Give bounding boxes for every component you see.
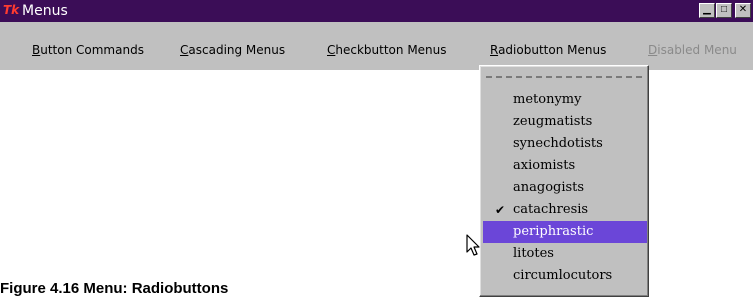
app-window: Tk Menus ▁ □ ✕ Button Commands Cascading…: [0, 0, 753, 70]
menu-option-metonymy[interactable]: metonymy: [483, 89, 647, 111]
figure-caption: Figure 4.16 Menu: Radiobuttons: [0, 280, 229, 297]
close-button[interactable]: ✕: [735, 3, 751, 18]
option-label: metonymy: [513, 92, 582, 107]
maximize-icon: □: [720, 4, 728, 15]
menu-option-litotes[interactable]: litotes: [483, 243, 647, 265]
option-label: axiomists: [513, 158, 576, 173]
window-title: Menus: [22, 3, 68, 19]
menu-option-synechdotists[interactable]: synechdotists: [483, 133, 647, 155]
menu-checkbutton-menus[interactable]: Checkbutton Menus: [327, 43, 447, 57]
menu-option-anagogists[interactable]: anagogists: [483, 177, 647, 199]
checkmark-icon: ✔: [495, 203, 506, 217]
minimize-icon: ▁: [703, 4, 711, 15]
menu-option-axiomists[interactable]: axiomists: [483, 155, 647, 177]
menu-option-periphrastic[interactable]: periphrastic: [483, 221, 647, 243]
menu-option-circumlocutors[interactable]: circumlocutors: [483, 265, 647, 287]
option-label: catachresis: [513, 202, 589, 217]
menu-disabled-menu: Disabled Menu: [648, 43, 737, 57]
minimize-button[interactable]: ▁: [699, 3, 715, 18]
mouse-pointer-icon: [466, 234, 480, 256]
menu-button-commands[interactable]: Button Commands: [32, 43, 144, 57]
menu-cascading-menus[interactable]: Cascading Menus: [180, 43, 285, 57]
option-label: litotes: [513, 246, 554, 261]
tearoff-line[interactable]: [486, 76, 642, 78]
menu-option-catachresis[interactable]: ✔ catachresis: [483, 199, 647, 221]
close-icon: ✕: [738, 4, 748, 15]
option-label: anagogists: [513, 180, 585, 195]
menu-bar: Button Commands Cascading Menus Checkbut…: [8, 34, 753, 65]
option-label: circumlocutors: [513, 268, 613, 283]
option-label: periphrastic: [513, 224, 594, 239]
maximize-button[interactable]: □: [716, 3, 732, 18]
radiobutton-dropdown-menu: metonymy zeugmatists synechdotists axiom…: [479, 65, 649, 297]
option-label: zeugmatists: [513, 114, 593, 129]
menu-radiobutton-menus[interactable]: Radiobutton Menus: [490, 43, 606, 57]
option-label: synechdotists: [513, 136, 603, 151]
tk-logo-icon: Tk: [3, 3, 20, 17]
menu-option-zeugmatists[interactable]: zeugmatists: [483, 111, 647, 133]
title-bar[interactable]: Tk Menus ▁ □ ✕: [0, 0, 753, 22]
